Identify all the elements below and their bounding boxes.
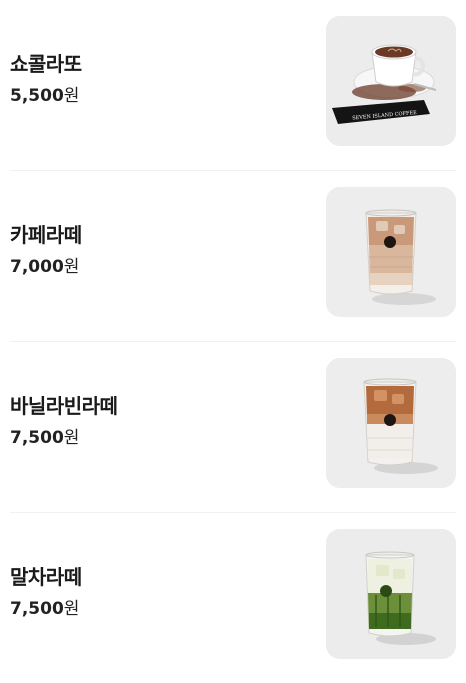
item-name: 카페라떼 bbox=[10, 223, 82, 247]
price-unit: 원 bbox=[63, 428, 80, 448]
item-name: 말차라떼 bbox=[10, 565, 82, 589]
price-unit: 원 bbox=[63, 86, 80, 106]
price-value: 7,500 bbox=[10, 428, 64, 448]
item-name: 쇼콜라또 bbox=[10, 52, 82, 76]
chocolatte-cup-illustration: SEVEN ISLAND COFFEE bbox=[326, 16, 456, 146]
iced-vanilla-bean-latte-photo[interactable] bbox=[326, 358, 456, 488]
price-unit: 원 bbox=[63, 599, 80, 619]
price-value: 5,500 bbox=[10, 86, 64, 106]
item-price: 7,500원 bbox=[10, 427, 79, 449]
price-value: 7,000 bbox=[10, 257, 64, 277]
price-value: 7,500 bbox=[10, 599, 64, 619]
vanilla-latte-glass-illustration bbox=[326, 358, 456, 488]
menu-item-vanilla-bean-latte[interactable]: 바닐라빈라떼 7,500원 bbox=[10, 342, 456, 513]
menu-item-cafe-latte[interactable]: 카페라떼 7,000원 bbox=[10, 171, 456, 342]
item-price: 5,500원 bbox=[10, 85, 79, 107]
menu-item-matcha-latte[interactable]: 말차라떼 7,500원 bbox=[10, 513, 456, 683]
price-unit: 원 bbox=[63, 257, 80, 277]
iced-matcha-latte-photo[interactable] bbox=[326, 529, 456, 659]
menu-item-chocolatte[interactable]: 쇼콜라또 5,500원 SEVEN ISLAND COFFEE bbox=[10, 0, 456, 171]
matcha-latte-glass-illustration bbox=[326, 529, 456, 659]
item-price: 7,500원 bbox=[10, 598, 79, 620]
iced-latte-glass-illustration bbox=[326, 187, 456, 317]
item-name: 바닐라빈라떼 bbox=[10, 394, 118, 418]
iced-cafe-latte-photo[interactable] bbox=[326, 187, 456, 317]
item-price: 7,000원 bbox=[10, 256, 79, 278]
chocolatte-cup-photo[interactable]: SEVEN ISLAND COFFEE bbox=[326, 16, 456, 146]
menu-list: 쇼콜라또 5,500원 SEVEN ISLAND COFFEE 카페라떼 7,0… bbox=[0, 0, 466, 683]
